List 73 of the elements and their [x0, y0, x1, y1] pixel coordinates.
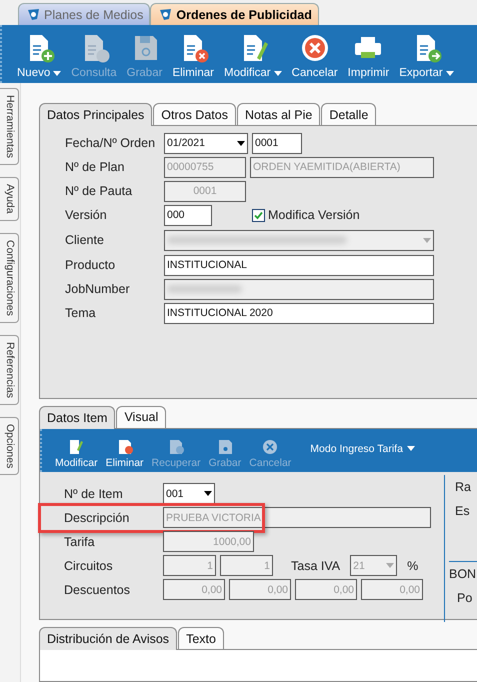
field-label: Descuentos	[64, 582, 132, 597]
field-label: Versión	[65, 208, 108, 222]
section-title: BON	[449, 566, 477, 583]
item-dropdown[interactable]: 001	[163, 483, 215, 504]
button-label: Eliminar	[172, 67, 214, 79]
checkbox[interactable]: Modifica Versión	[252, 208, 360, 222]
toolbar-button[interactable]: Eliminar	[102, 438, 147, 469]
tab[interactable]: Visual	[116, 406, 166, 428]
document-tab[interactable]: Ordenes de Publicidad	[150, 3, 319, 25]
field-label: Po	[456, 590, 474, 607]
field-label: JobNumber	[65, 282, 131, 296]
toolbar-button[interactable]: Nuevo	[12, 25, 66, 83]
text-field[interactable]: INSTITUCIONAL 2020	[164, 302, 434, 324]
field-label: Nº de Item	[64, 486, 124, 501]
caret-icon	[204, 491, 212, 496]
shield-icon	[159, 8, 172, 21]
field-label: Nº de Plan	[65, 160, 126, 174]
field-label: Nº de Pauta	[65, 184, 134, 198]
unit-label: %	[407, 558, 418, 573]
side-tab[interactable]: Referencias	[0, 334, 19, 405]
caret-icon	[53, 70, 62, 76]
button-label: Exportar	[399, 67, 454, 79]
toolbar-button[interactable]: Modificar	[52, 438, 101, 469]
button-label: Modificar	[224, 67, 282, 79]
tab[interactable]: Detalle	[321, 103, 376, 125]
mode-menu[interactable]: Modo Ingreso Tarifa	[310, 442, 415, 455]
field-label: Es	[454, 502, 471, 520]
text-area[interactable]	[39, 649, 477, 682]
caret-icon	[423, 238, 431, 242]
caret-icon	[446, 70, 454, 76]
text-field[interactable]: 0001	[252, 132, 302, 154]
caret-icon	[386, 563, 394, 568]
period-dropdown[interactable]: 01/2021	[164, 132, 248, 154]
button-label: Nuevo	[17, 67, 62, 79]
caret-icon	[274, 70, 282, 76]
field-label: Descripción	[64, 510, 130, 525]
tab[interactable]: Distribución de Avisos	[39, 627, 178, 650]
caret-icon	[406, 446, 415, 452]
cancel-icon	[261, 438, 280, 456]
tab[interactable]: Datos Principales	[39, 103, 152, 126]
button-label: Imprimir	[348, 67, 390, 79]
field-label: Cliente	[65, 233, 105, 247]
shield-icon	[27, 8, 40, 21]
side-tab[interactable]: Herramientas	[0, 88, 19, 166]
button-label: Cancelar	[292, 67, 338, 79]
field-label: Tema	[65, 306, 97, 320]
field-label: Producto	[65, 258, 116, 272]
field-label: Tasa IVA	[291, 558, 340, 573]
text-field[interactable]: INSTITUCIONAL	[164, 254, 434, 276]
document-pencil-icon	[67, 438, 86, 456]
side-tab[interactable]: Configuraciones	[0, 232, 19, 323]
text-field[interactable]	[164, 278, 434, 300]
document-tab[interactable]: Planes de Medios	[18, 3, 150, 25]
field-label: Tarifa	[64, 534, 96, 549]
text-field[interactable]: 000	[164, 204, 212, 226]
tab[interactable]: Texto	[178, 627, 224, 650]
tab[interactable]: Datos Item	[39, 406, 116, 429]
toolbar-button[interactable]: Modificar	[218, 25, 287, 83]
button-label: Grabar	[126, 67, 162, 79]
toolbar-button[interactable]: Cancelar	[286, 25, 343, 83]
field-label: Ra	[454, 478, 472, 496]
toolbar-button[interactable]: Exportar	[394, 25, 459, 83]
toolbar-button[interactable]: Imprimir	[342, 25, 394, 83]
tab[interactable]: Otros Datos	[153, 103, 236, 125]
side-tab[interactable]: Opciones	[0, 416, 19, 475]
field-label: Fecha/Nº Orden	[65, 136, 156, 150]
tab[interactable]: Notas al Pie	[236, 103, 320, 125]
caret-icon	[237, 140, 245, 146]
check-icon	[254, 210, 263, 220]
field-label: Circuitos	[64, 558, 114, 573]
button-label: Consulta	[71, 67, 117, 79]
toolbar-button[interactable]: Eliminar	[167, 25, 219, 83]
side-tab[interactable]: Ayuda	[0, 177, 19, 221]
